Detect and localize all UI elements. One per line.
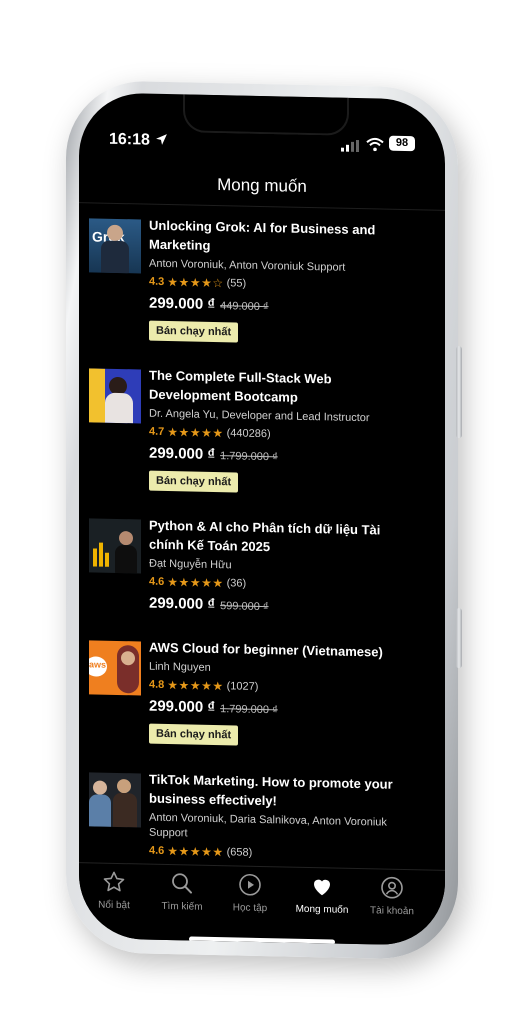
rating-value: 4.3 xyxy=(149,275,165,288)
tab-learning[interactable]: Học tập xyxy=(215,872,285,914)
rating-row: 4.7 ★★★★★ (440286) xyxy=(149,425,397,445)
star-icon xyxy=(103,871,125,892)
course-price: 299.000 ₫ xyxy=(149,594,216,614)
original-price: 599.000 ₫ xyxy=(220,600,269,614)
price-row: 299.000 ₫ 1.799.000 ₫ xyxy=(149,445,397,467)
rating-count: (36) xyxy=(226,577,247,590)
star-rating-icon: ★★★★★ xyxy=(167,575,224,591)
course-price: 299.000 ₫ xyxy=(149,697,216,717)
tab-label: Mong muốn xyxy=(295,903,349,916)
rating-value: 4.8 xyxy=(149,678,165,691)
original-price: 449.000 ₫ xyxy=(220,300,269,314)
course-price: 299.000 ₫ xyxy=(149,294,216,314)
tab-label: Tìm kiếm xyxy=(161,900,203,913)
page-title: Mong muốn xyxy=(217,175,307,196)
original-price: 1.799.000 ₫ xyxy=(220,703,278,717)
rating-count: (1027) xyxy=(226,680,259,693)
tab-wishlist[interactable]: Mong muốn xyxy=(287,874,357,916)
course-title[interactable]: TikTok Marketing. How to promote your bu… xyxy=(149,770,397,813)
rating-count: (440286) xyxy=(226,427,271,441)
bottom-tab-bar: Nổi bật Tìm kiếm Học tập Mong muốn Tài k… xyxy=(79,862,445,946)
header-divider xyxy=(79,202,445,211)
wishlist-course-item[interactable]: Grok Unlocking Grok: AI for Business and… xyxy=(89,214,389,343)
tab-label: Học tập xyxy=(232,902,268,915)
wishlist-course-item[interactable]: aws AWS Cloud for beginner (Vietnamese) … xyxy=(89,636,389,746)
course-instructor: Đạt Nguyễn Hữu xyxy=(149,557,232,572)
course-instructor: Dr. Angela Yu, Developer and Lead Instru… xyxy=(149,407,370,425)
course-instructor: Linh Nguyen xyxy=(149,660,211,674)
rating-row: 4.6 ★★★★★ (658) xyxy=(149,844,397,864)
rating-count: (658) xyxy=(226,846,253,859)
bestseller-badge: Bán chạy nhất xyxy=(149,723,239,746)
location-arrow-icon xyxy=(156,134,167,145)
original-price: 1.799.000 ₫ xyxy=(220,450,278,464)
course-price: 299.000 ₫ xyxy=(149,444,216,464)
price-row: 299.000 ₫ 1.799.000 ₫ xyxy=(149,698,397,720)
course-thumbnail xyxy=(89,368,141,424)
star-rating-icon: ★★★★☆ xyxy=(167,275,224,291)
rating-value: 4.6 xyxy=(149,844,165,857)
notch xyxy=(183,94,349,136)
tab-label: Tài khoản xyxy=(370,905,414,918)
course-instructor: Anton Voroniuk, Anton Voroniuk Support xyxy=(149,257,346,274)
tab-search[interactable]: Tìm kiếm xyxy=(147,871,217,913)
heart-icon xyxy=(314,879,330,896)
rating-row: 4.8 ★★★★★ (1027) xyxy=(149,678,397,698)
rating-value: 4.6 xyxy=(149,575,165,588)
status-time: 16:18 xyxy=(109,130,150,149)
course-title[interactable]: The Complete Full-Stack Web Development … xyxy=(149,366,397,409)
price-row: 299.000 ₫ 599.000 ₫ xyxy=(149,595,397,617)
star-rating-icon: ★★★★★ xyxy=(167,678,224,694)
rating-value: 4.7 xyxy=(149,425,165,438)
thumbnail-text: aws xyxy=(89,659,107,670)
wishlist-course-item[interactable]: The Complete Full-Stack Web Development … xyxy=(89,364,389,493)
course-title[interactable]: AWS Cloud for beginner (Vietnamese) xyxy=(149,638,397,662)
search-icon xyxy=(172,873,192,894)
star-rating-icon: ★★★★★ xyxy=(167,425,224,441)
rating-row: 4.6 ★★★★★ (36) xyxy=(149,575,397,595)
wishlist-course-item[interactable]: TikTok Marketing. How to promote your bu… xyxy=(89,768,393,859)
signal-icon xyxy=(341,139,359,153)
rating-row: 4.3 ★★★★☆ (55) xyxy=(149,275,397,295)
user-icon xyxy=(381,876,403,899)
wishlist-course-item[interactable]: Python & AI cho Phân tích dữ liệu Tài ch… xyxy=(89,514,389,613)
course-thumbnail xyxy=(89,518,141,574)
power-button xyxy=(456,608,462,669)
bestseller-badge: Bán chạy nhất xyxy=(149,470,239,493)
course-thumbnail xyxy=(89,772,141,828)
tab-featured[interactable]: Nổi bật xyxy=(79,869,149,911)
course-thumbnail: aws xyxy=(89,640,141,696)
phone-screen: 16:18 98 Mong muốn Grok Unloc xyxy=(79,92,445,946)
play-icon xyxy=(239,873,261,896)
course-instructor: Anton Voroniuk, Daria Salnikova, Anton V… xyxy=(149,811,387,840)
battery-indicator: 98 xyxy=(389,135,415,152)
volume-button xyxy=(456,346,462,439)
price-row: 299.000 ₫ 449.000 ₫ xyxy=(149,295,397,317)
tab-account[interactable]: Tài khoản xyxy=(357,875,427,917)
phone-frame: 16:18 98 Mong muốn Grok Unloc xyxy=(66,79,462,961)
course-title[interactable]: Unlocking Grok: AI for Business and Mark… xyxy=(149,216,397,259)
rating-count: (55) xyxy=(226,277,247,290)
course-title[interactable]: Python & AI cho Phân tích dữ liệu Tài ch… xyxy=(149,516,397,559)
star-rating-icon: ★★★★★ xyxy=(167,844,224,860)
course-thumbnail: Grok xyxy=(89,218,141,274)
wifi-icon xyxy=(366,137,384,152)
tab-label: Nổi bật xyxy=(98,899,130,912)
bestseller-badge: Bán chạy nhất xyxy=(149,320,239,343)
